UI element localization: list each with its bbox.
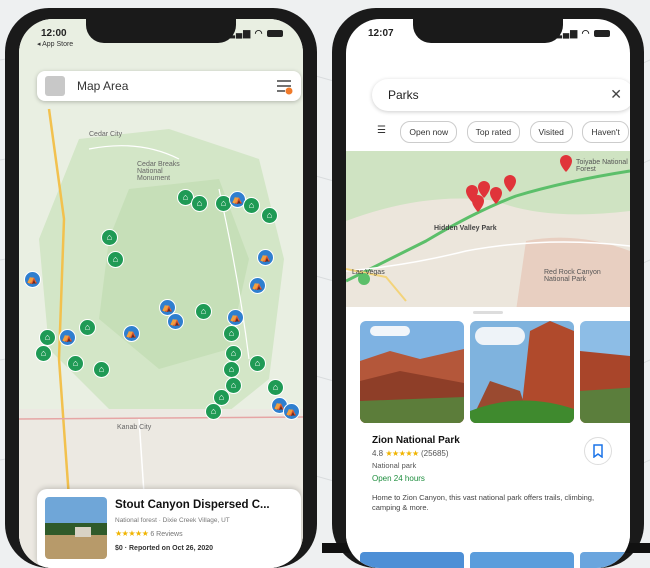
place-rating: 4.8 ★★★★★ (25685) bbox=[372, 449, 449, 458]
campsite-map[interactable] bbox=[19, 19, 303, 568]
campsite-pin[interactable]: ⛺ bbox=[249, 277, 266, 294]
open-hours: Open 24 hours bbox=[372, 474, 425, 483]
status-time: 12:07 bbox=[368, 28, 394, 39]
campsite-pin[interactable]: ⌂ bbox=[249, 355, 266, 372]
campsite-pin[interactable]: ⌂ bbox=[223, 325, 240, 342]
place-photo[interactable] bbox=[360, 321, 464, 423]
status-indicators: ▂▄▆ ◠ bbox=[555, 28, 610, 39]
map-label-red-rock: Red Rock Canyon National Park bbox=[544, 269, 601, 283]
campsite-pin[interactable]: ⌂ bbox=[101, 229, 118, 246]
back-to-app-store[interactable]: ◂ App Store bbox=[37, 40, 73, 48]
place-name[interactable]: Zion National Park bbox=[372, 435, 460, 446]
campsite-subtitle: National forest · Dixie Creek Village, U… bbox=[115, 517, 230, 524]
campsite-rating: ★★★★★ 6 Reviews bbox=[115, 529, 183, 538]
search-query: Parks bbox=[388, 88, 419, 102]
campsite-pin[interactable]: ⌂ bbox=[79, 319, 96, 336]
clear-search-icon[interactable]: ✕ bbox=[610, 86, 622, 103]
place-description: Home to Zion Canyon, this vast national … bbox=[372, 493, 595, 512]
campsite-pin[interactable]: ⛺ bbox=[283, 403, 300, 420]
next-result-photo[interactable] bbox=[470, 552, 574, 568]
campsite-pin[interactable]: ⌂ bbox=[243, 197, 260, 214]
campsite-pin[interactable]: ⛺ bbox=[167, 313, 184, 330]
campsite-price-report: $0 · Reported on Oct 26, 2020 bbox=[115, 545, 214, 552]
review-count: (25685) bbox=[420, 449, 449, 458]
filter-settings-icon[interactable]: ☰ bbox=[372, 121, 391, 141]
left-phone: 12:00 ◂ App Store ▂▄▆ ◠ Map Area Cedar C… bbox=[5, 8, 317, 568]
campsite-pin[interactable]: ⌂ bbox=[67, 355, 84, 372]
campsite-pin[interactable]: ⌂ bbox=[267, 379, 284, 396]
place-type: National park bbox=[372, 461, 417, 470]
notch bbox=[413, 19, 563, 43]
left-screen: 12:00 ◂ App Store ▂▄▆ ◠ Map Area Cedar C… bbox=[19, 19, 303, 568]
campsite-title: Stout Canyon Dispersed C... bbox=[115, 499, 270, 511]
campsite-pin[interactable]: ⌂ bbox=[39, 329, 56, 346]
sheet-handle[interactable] bbox=[473, 311, 503, 314]
notch bbox=[86, 19, 236, 43]
campsite-pin[interactable]: ⌂ bbox=[191, 195, 208, 212]
campsite-pin[interactable]: ⌂ bbox=[223, 361, 240, 378]
chip-havent[interactable]: Haven't bbox=[582, 121, 629, 143]
map-label-kanab: Kanab City bbox=[117, 424, 152, 431]
campsite-card[interactable]: Stout Canyon Dispersed C... National for… bbox=[37, 489, 301, 568]
campsite-pin[interactable]: ⌂ bbox=[93, 361, 110, 378]
campsite-pin[interactable]: ⌂ bbox=[261, 207, 278, 224]
places-search-bar[interactable]: Parks ✕ bbox=[372, 79, 630, 111]
place-photo[interactable] bbox=[580, 321, 630, 423]
status-indicators: ▂▄▆ ◠ bbox=[228, 28, 283, 39]
campsite-pin[interactable]: ⌂ bbox=[35, 345, 52, 362]
next-result-photo[interactable] bbox=[580, 552, 630, 568]
campsite-pin[interactable]: ⌂ bbox=[205, 403, 222, 420]
map-label-cedar-breaks: Cedar Breaks National Monument bbox=[137, 161, 180, 182]
chip-open-now[interactable]: Open now bbox=[400, 121, 458, 143]
status-time: 12:00 bbox=[41, 28, 67, 39]
place-photo[interactable] bbox=[470, 321, 574, 423]
campsite-pin[interactable]: ⛺ bbox=[227, 309, 244, 326]
filter-icon[interactable] bbox=[275, 77, 293, 95]
campsite-pin[interactable]: ⛺ bbox=[59, 329, 76, 346]
next-result-photo[interactable] bbox=[360, 552, 464, 568]
chip-top-rated[interactable]: Top rated bbox=[466, 121, 521, 143]
map-label-hidden-valley: Hidden Valley Park bbox=[434, 225, 497, 232]
campsite-pin[interactable]: ⛺ bbox=[257, 249, 274, 266]
place-details-sheet[interactable]: Zion National Park 4.8 ★★★★★ (25685) Nat… bbox=[346, 307, 630, 568]
map-label-cedar-city: Cedar City bbox=[89, 131, 123, 138]
campsite-pin[interactable]: ⌂ bbox=[195, 303, 212, 320]
bookmark-icon bbox=[593, 444, 603, 458]
filter-chips: ☰ Open now Top rated Visited Haven't bbox=[372, 121, 630, 143]
battery-icon bbox=[267, 30, 283, 38]
rating-value: 4.8 bbox=[372, 449, 384, 458]
campsite-pin[interactable]: ⌂ bbox=[107, 251, 124, 268]
campsite-thumbnail bbox=[45, 497, 107, 559]
chip-visited[interactable]: Visited bbox=[529, 121, 573, 143]
rating-stars: ★★★★★ bbox=[385, 449, 419, 458]
avatar[interactable] bbox=[45, 76, 65, 96]
battery-icon bbox=[594, 30, 610, 38]
map-search-bar[interactable]: Map Area bbox=[37, 71, 301, 101]
map-label-las-vegas: Las Vegas bbox=[352, 269, 385, 276]
campsite-pin[interactable]: ⛺ bbox=[123, 325, 140, 342]
right-phone: 12:07 ▂▄▆ ◠ Parks ✕ ☰ Open now Top rated… bbox=[332, 8, 644, 568]
campsite-pin[interactable]: ⌂ bbox=[225, 345, 242, 362]
campsite-pin[interactable]: ⛺ bbox=[24, 271, 41, 288]
save-button[interactable] bbox=[584, 437, 612, 465]
review-count: 6 Reviews bbox=[150, 531, 183, 538]
map-area-label: Map Area bbox=[77, 79, 129, 93]
map-label-toiyabe: Toiyabe National Forest bbox=[576, 159, 628, 173]
rating-stars: ★★★★★ bbox=[115, 529, 149, 538]
right-screen: 12:07 ▂▄▆ ◠ Parks ✕ ☰ Open now Top rated… bbox=[346, 19, 630, 568]
